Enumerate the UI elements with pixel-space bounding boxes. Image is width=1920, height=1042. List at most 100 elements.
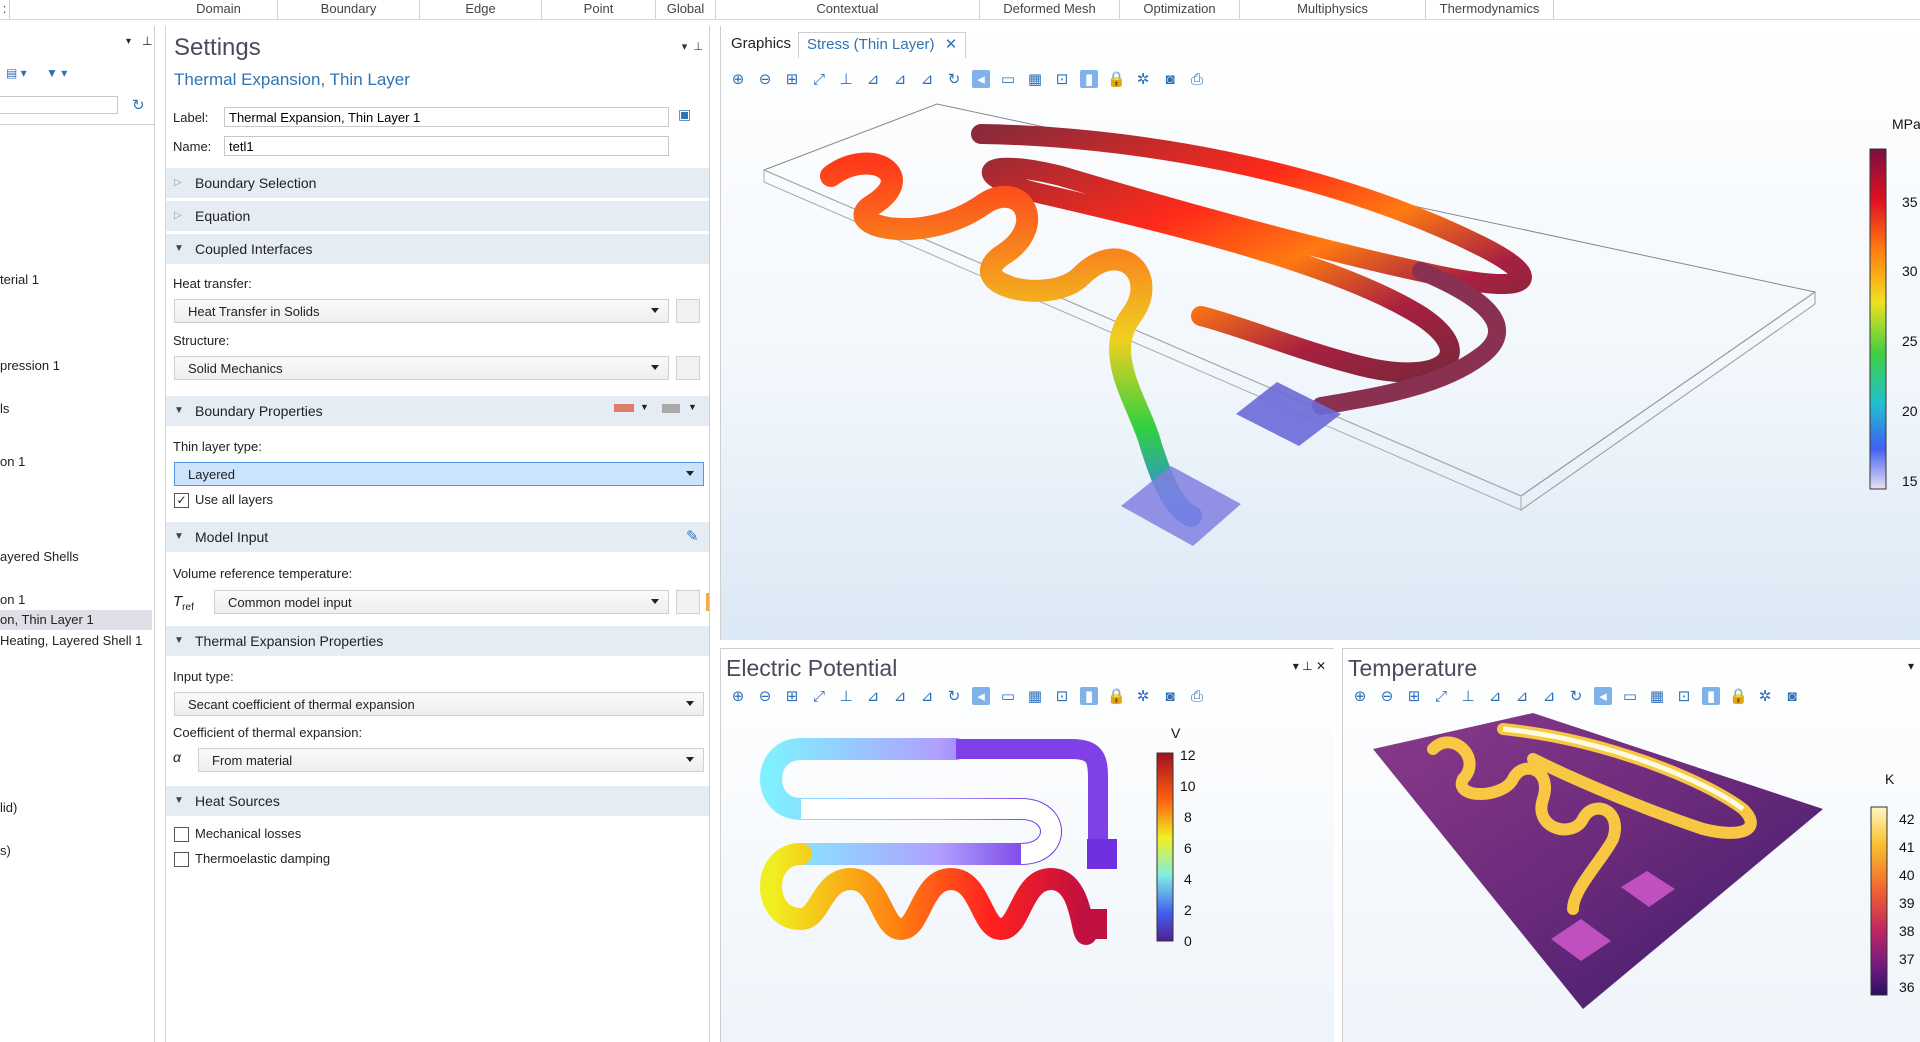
temperature-plot[interactable]	[1343, 649, 1920, 1042]
section-boundary-properties[interactable]: ▼ Boundary Properties ▼ ▼	[166, 396, 709, 426]
collapse-arrow-icon: ▼	[174, 405, 184, 416]
tref-symbol-letter: T	[173, 593, 183, 610]
thermoelastic-damping-checkbox[interactable]	[174, 852, 189, 867]
structure-select[interactable]: Solid Mechanics	[174, 356, 669, 380]
pin-icon[interactable]: ▾	[126, 36, 131, 47]
tree-item[interactable]: ayered Shells	[0, 547, 152, 567]
stress-3d-plot[interactable]	[721, 26, 1920, 640]
thin-layer-type-select[interactable]: Layered	[174, 462, 704, 486]
stress-unit: MPa	[1892, 116, 1920, 132]
ribbon-tab-thermodynamics[interactable]: Thermodynamics	[1426, 0, 1554, 20]
tree-divider	[0, 124, 154, 125]
ribbon-edge: :	[0, 0, 10, 20]
tree-item[interactable]: on 1	[0, 590, 152, 610]
section-model-input[interactable]: ▼ Model Input ✎	[166, 522, 709, 552]
ep-tick: 4	[1184, 871, 1192, 887]
filter-icon[interactable]: ▼ ▾	[46, 66, 67, 80]
mechanical-losses-checkbox[interactable]	[174, 827, 189, 842]
list-icon[interactable]: ▤ ▾	[6, 66, 27, 80]
ribbon-tab-edge[interactable]: Edge	[420, 0, 542, 20]
tree-item[interactable]: lid)	[0, 798, 152, 818]
tref-select[interactable]: Common model input	[214, 590, 669, 614]
temp-tick: 38	[1899, 923, 1915, 939]
ribbon-tab-global[interactable]: Global	[656, 0, 716, 20]
label-caption: Label:	[173, 110, 209, 125]
use-all-layers-checkbox[interactable]: ✓	[174, 493, 189, 508]
settings-title: Settings	[174, 34, 261, 61]
section-heat-sources[interactable]: ▼ Heat Sources	[166, 786, 709, 816]
section-label: Boundary Selection	[195, 175, 317, 191]
tree-item[interactable]: terial 1	[0, 270, 152, 290]
pushpin-icon[interactable]: ⊥	[142, 34, 152, 48]
ribbon-tab-boundary[interactable]: Boundary	[278, 0, 420, 20]
electric-potential-window[interactable]: Electric Potential ▾ ⊥ ✕ ⊕ ⊖ ⊞ ⤢ ⊥ ⊿ ⊿ ⊿…	[720, 648, 1334, 1042]
input-type-select[interactable]: Secant coefficient of thermal expansion	[174, 692, 704, 716]
tree-item-selected[interactable]: on, Thin Layer 1	[0, 610, 152, 630]
ribbon-tab-contextual[interactable]: Contextual	[716, 0, 980, 20]
layer-cross-section-icon[interactable]	[614, 404, 634, 412]
collapse-arrow-icon: ▼	[174, 635, 184, 646]
ep-colorbar	[1156, 752, 1174, 942]
refresh-icon[interactable]: ↻	[132, 96, 145, 114]
layer-stack-icon[interactable]	[662, 404, 680, 413]
ribbon-tab-domain[interactable]: Domain	[160, 0, 278, 20]
section-label: Boundary Properties	[195, 403, 323, 419]
tref-subscript: ref	[182, 602, 194, 613]
chevron-down-icon	[651, 308, 659, 313]
settings-subtitle: Thermal Expansion, Thin Layer	[174, 70, 410, 89]
ribbon-tab-multiphysics[interactable]: Multiphysics	[1240, 0, 1426, 20]
stress-colorbar	[1869, 148, 1887, 490]
section-label: Equation	[195, 208, 251, 224]
select-value: Secant coefficient of thermal expansion	[188, 697, 415, 712]
section-boundary-selection[interactable]: ▷ Boundary Selection	[166, 168, 709, 198]
ribbon-tab-point[interactable]: Point	[542, 0, 656, 20]
cte-select[interactable]: From material	[198, 748, 704, 772]
tree-item[interactable]: pression 1	[0, 356, 152, 376]
section-thermal-expansion-properties[interactable]: ▼ Thermal Expansion Properties	[166, 626, 709, 656]
temp-tick: 41	[1899, 839, 1915, 855]
ribbon-tab-optimization[interactable]: Optimization	[1120, 0, 1240, 20]
graphics-window[interactable]: Graphics Stress (Thin Layer) ✕ ⊕ ⊖ ⊞ ⤢ ⊥…	[720, 26, 1920, 640]
thin-layer-caption: Thin layer type:	[173, 439, 262, 454]
expand-arrow-icon: ▷	[174, 177, 182, 188]
ribbon-tab-deformed-mesh[interactable]: Deformed Mesh	[980, 0, 1120, 20]
select-value: Solid Mechanics	[188, 361, 283, 376]
chevron-down-icon[interactable]: ▼	[688, 402, 697, 412]
panel-menu-icons[interactable]: ▾ ⊥	[682, 40, 703, 53]
go-to-source-icon[interactable]	[676, 356, 700, 380]
tree-item[interactable]: s)	[0, 841, 152, 861]
input-type-caption: Input type:	[173, 669, 234, 684]
electric-potential-plot[interactable]	[721, 649, 1334, 1042]
edit-pencil-icon[interactable]: ✎	[686, 527, 699, 545]
chevron-down-icon	[651, 365, 659, 370]
tree-search-input[interactable]	[0, 96, 118, 114]
temperature-window[interactable]: Temperature ▾ ⊕ ⊖ ⊞ ⤢ ⊥ ⊿ ⊿ ⊿ ↻ ◂ ▭ ▦ ⊡ …	[1342, 648, 1920, 1042]
ep-tick: 6	[1184, 840, 1192, 856]
label-field[interactable]	[224, 107, 669, 127]
use-all-layers-label: Use all layers	[195, 492, 274, 507]
stress-tick: 15	[1902, 473, 1918, 489]
settings-panel: Settings Thermal Expansion, Thin Layer ▾…	[165, 26, 710, 1042]
tree-item[interactable]: ls	[0, 399, 152, 419]
chevron-down-icon[interactable]: ▼	[640, 402, 649, 412]
ep-tick: 10	[1180, 778, 1196, 794]
tree-item[interactable]: Heating, Layered Shell 1	[0, 631, 152, 651]
section-equation[interactable]: ▷ Equation	[166, 201, 709, 231]
go-to-source-icon[interactable]	[676, 299, 700, 323]
thermoelastic-damping-label: Thermoelastic damping	[195, 851, 331, 866]
stress-tick: 30	[1902, 263, 1918, 279]
stress-tick: 25	[1902, 333, 1918, 349]
expand-arrow-icon: ▷	[174, 210, 182, 221]
name-field[interactable]	[224, 136, 669, 156]
section-label: Heat Sources	[195, 793, 280, 809]
tree-item[interactable]: on 1	[0, 452, 152, 472]
create-node-icon[interactable]	[706, 593, 709, 611]
section-coupled-interfaces[interactable]: ▼ Coupled Interfaces	[166, 234, 709, 264]
heat-transfer-select[interactable]: Heat Transfer in Solids	[174, 299, 669, 323]
temp-tick: 39	[1899, 895, 1915, 911]
tref-symbol: Tref	[173, 593, 194, 613]
rename-icon[interactable]: ▣	[678, 106, 702, 130]
chevron-down-icon	[686, 471, 694, 476]
select-value: Common model input	[228, 595, 352, 610]
go-to-source-icon[interactable]	[676, 590, 700, 614]
